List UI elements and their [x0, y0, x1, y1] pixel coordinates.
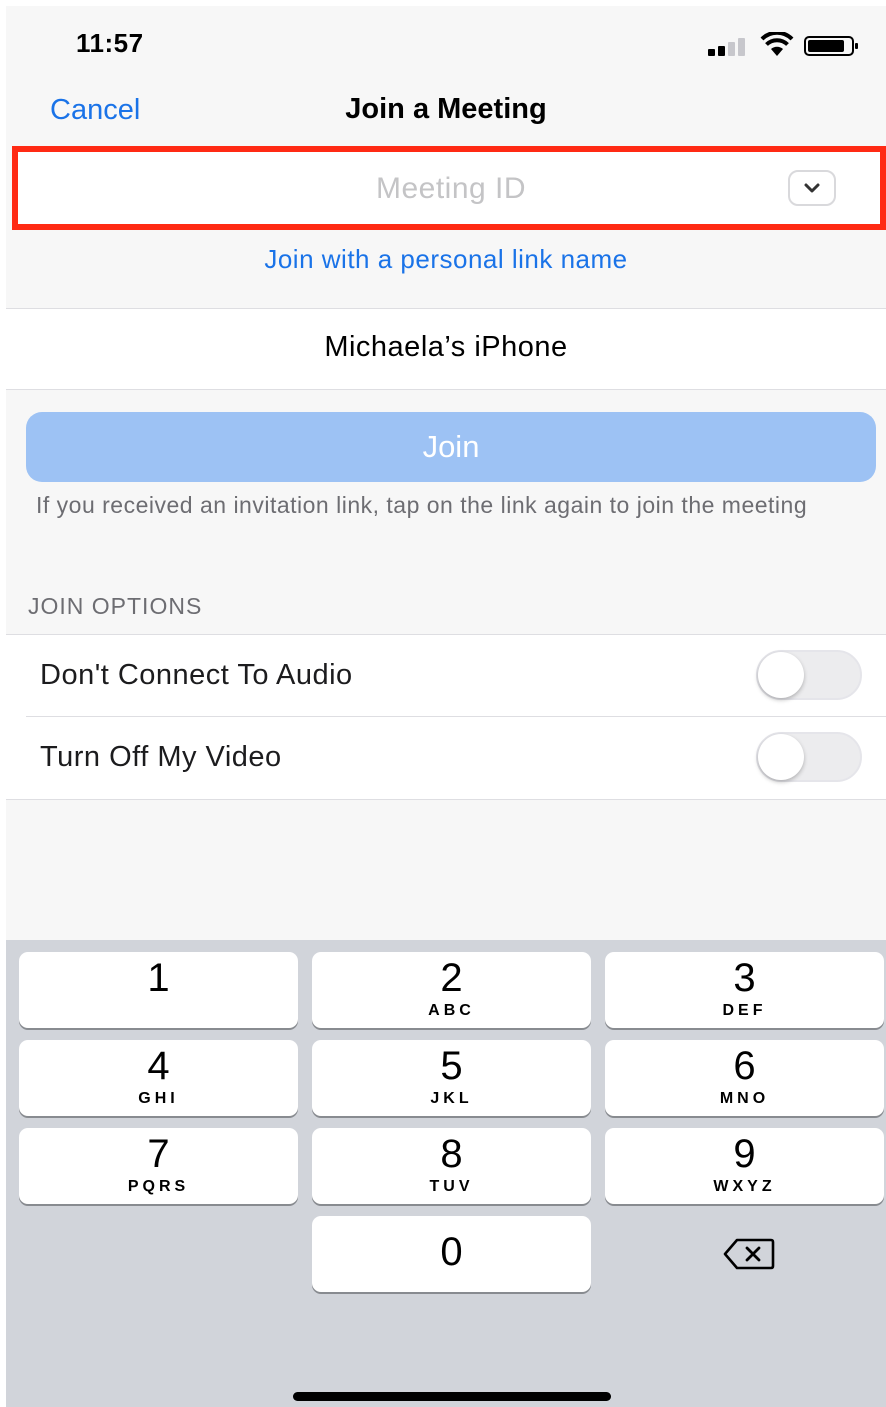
status-time: 11:57: [76, 28, 144, 58]
display-name-field[interactable]: Michaela’s iPhone: [6, 308, 886, 390]
key-5[interactable]: 5 JKL: [312, 1040, 591, 1116]
signal-icon: [708, 38, 745, 56]
numeric-keypad: 1 2 ABC 3 DEF 4 GHI 5 JKL 6 MNO 7 PQRS 8…: [6, 940, 886, 1407]
key-1[interactable]: 1: [19, 952, 298, 1028]
meeting-id-input[interactable]: [18, 152, 884, 226]
key-letters: JKL: [430, 1090, 473, 1107]
backspace-icon: [723, 1238, 775, 1270]
key-2[interactable]: 2 ABC: [312, 952, 591, 1028]
key-digit: 2: [440, 956, 463, 1000]
invitation-hint: If you received an invitation link, tap …: [36, 492, 808, 518]
toggle-knob: [758, 734, 804, 780]
key-digit: 8: [440, 1132, 463, 1176]
key-digit: 5: [440, 1044, 463, 1088]
join-options-header: JOIN OPTIONS: [28, 593, 203, 619]
join-options-list: Don't Connect To Audio Turn Off My Video: [6, 634, 886, 800]
home-indicator: [293, 1392, 611, 1401]
no-audio-toggle[interactable]: [756, 650, 862, 700]
toggle-knob: [758, 652, 804, 698]
join-button[interactable]: Join: [26, 412, 876, 482]
chevron-down-icon: [804, 183, 820, 193]
meeting-history-dropdown[interactable]: [788, 170, 836, 206]
zoom-join-screen: 11:57 Join a Meeting Cancel Meeting ID J…: [6, 6, 886, 1407]
key-digit: 1: [147, 956, 170, 1000]
key-3[interactable]: 3 DEF: [605, 952, 884, 1028]
key-digit: 7: [147, 1132, 170, 1176]
key-digit: 0: [440, 1230, 463, 1274]
personal-link-button[interactable]: Join with a personal link name: [6, 244, 886, 275]
key-letters: MNO: [719, 1090, 770, 1107]
video-off-toggle[interactable]: [756, 732, 862, 782]
option-label: Turn Off My Video: [40, 741, 282, 773]
key-letters: WXYZ: [713, 1178, 776, 1195]
key-0[interactable]: 0: [312, 1216, 591, 1292]
key-letters: TUV: [429, 1178, 474, 1195]
option-no-audio: Don't Connect To Audio: [6, 635, 886, 716]
key-6[interactable]: 6 MNO: [605, 1040, 884, 1116]
wifi-icon: [760, 32, 794, 56]
key-digit: 4: [147, 1044, 170, 1088]
option-video-off: Turn Off My Video: [6, 717, 886, 798]
key-digit: 3: [733, 956, 756, 1000]
option-label: Don't Connect To Audio: [40, 659, 353, 691]
backspace-key[interactable]: [605, 1216, 884, 1292]
key-9[interactable]: 9 WXYZ: [605, 1128, 884, 1204]
key-8[interactable]: 8 TUV: [312, 1128, 591, 1204]
cancel-button[interactable]: Cancel: [50, 94, 140, 127]
key-letters: GHI: [138, 1090, 179, 1107]
key-7[interactable]: 7 PQRS: [19, 1128, 298, 1204]
key-digit: 6: [733, 1044, 756, 1088]
display-name-value: Michaela’s iPhone: [324, 331, 568, 363]
key-digit: 9: [733, 1132, 756, 1176]
key-letters: PQRS: [127, 1178, 190, 1195]
meeting-id-field[interactable]: [12, 146, 886, 230]
battery-icon: [804, 36, 858, 56]
key-letters: ABC: [428, 1002, 475, 1019]
key-letters: DEF: [722, 1002, 767, 1019]
key-4[interactable]: 4 GHI: [19, 1040, 298, 1116]
